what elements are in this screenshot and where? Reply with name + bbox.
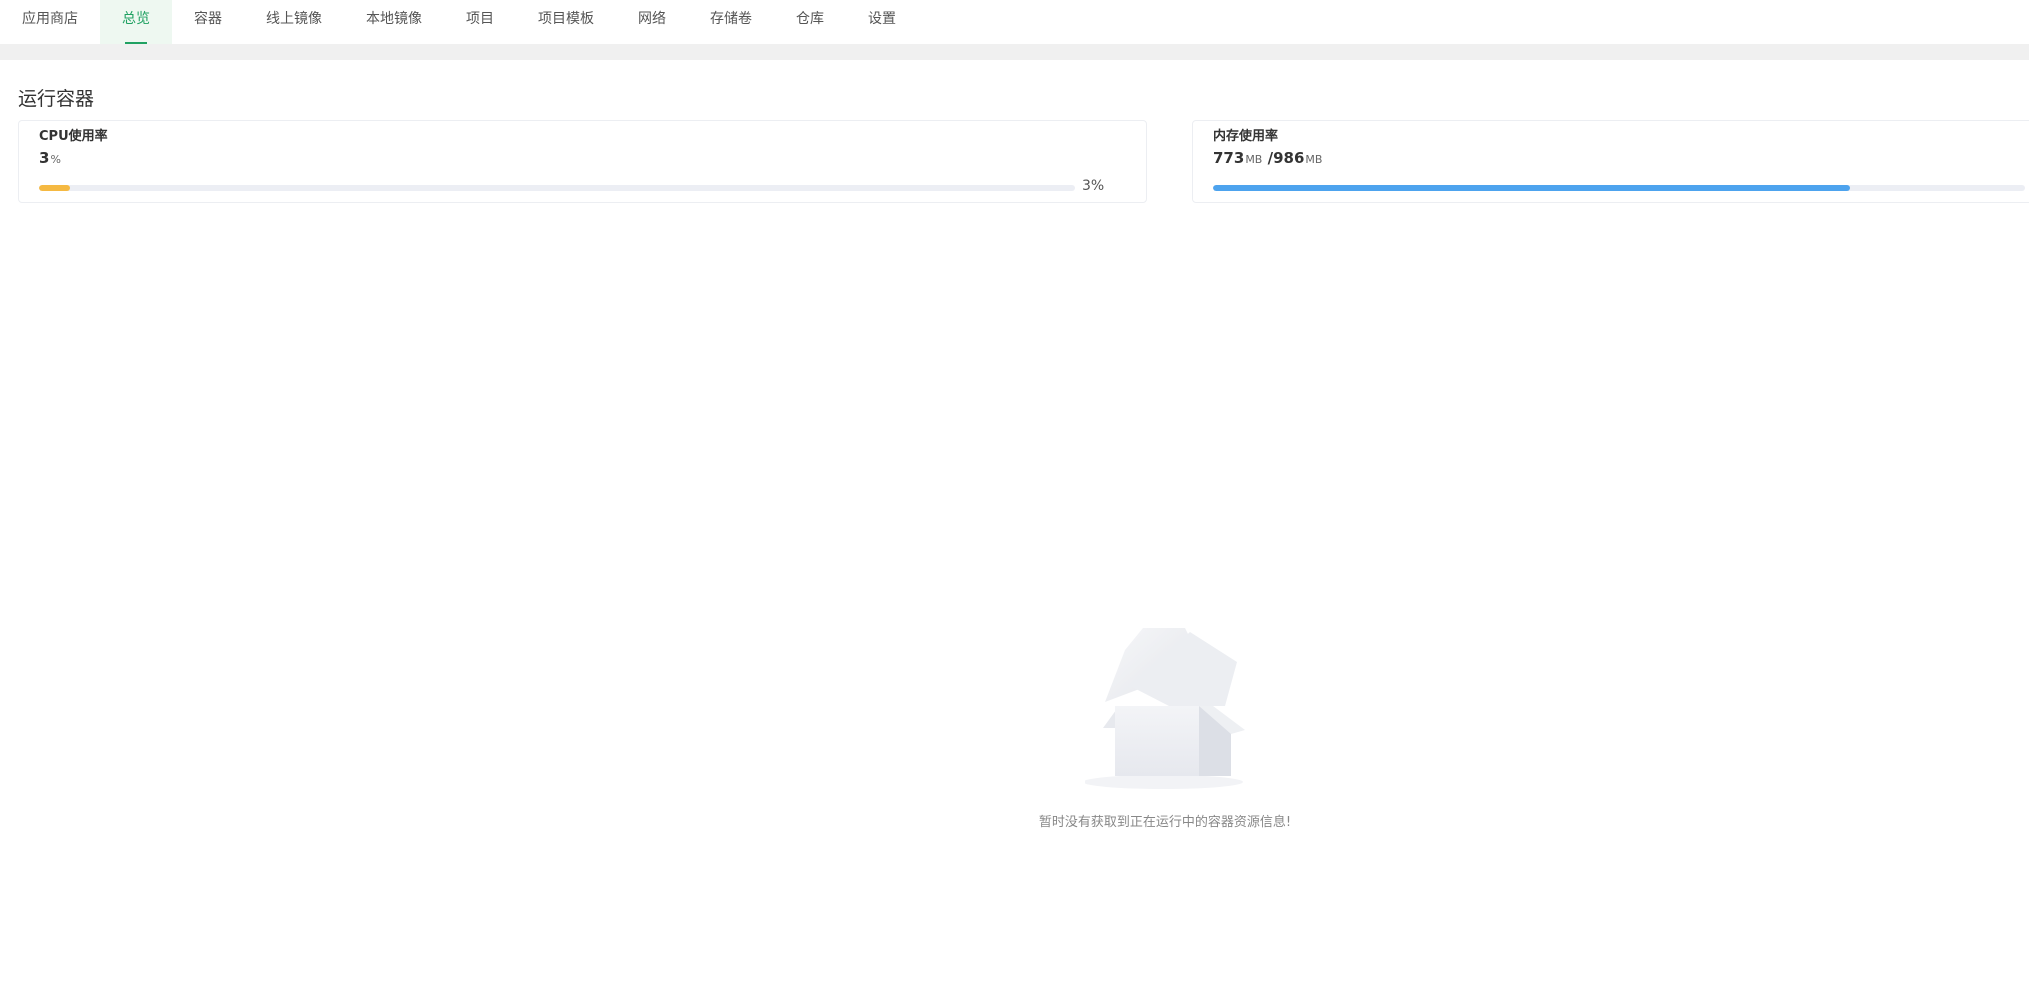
empty-box-icon [1085, 628, 1245, 789]
cpu-usage-number: 3 [39, 149, 50, 167]
memory-progress-bar [1213, 185, 2025, 191]
tab-8[interactable]: 存储卷 [688, 0, 774, 44]
tab-3[interactable]: 线上镜像 [244, 0, 344, 44]
cpu-progress-fill [39, 185, 71, 191]
cpu-usage-label: CPU使用率 [39, 129, 108, 144]
tab-0[interactable]: 应用商店 [0, 0, 100, 44]
memory-total-unit: MB [1305, 153, 1323, 166]
memory-usage-card: 内存使用率 773MB /986MB [1192, 120, 2029, 203]
empty-state: 暂时没有获取到正在运行中的容器资源信息! [1000, 620, 1330, 840]
tab-9[interactable]: 仓库 [774, 0, 846, 44]
memory-total-number: 986 [1273, 149, 1305, 167]
memory-progress-fill [1213, 185, 1850, 191]
memory-usage-value: 773MB /986MB [1213, 149, 1322, 167]
cpu-progress-bar [39, 185, 1075, 191]
tab-1[interactable]: 总览 [100, 0, 172, 44]
tab-5[interactable]: 项目 [444, 0, 516, 44]
tab-7[interactable]: 网络 [616, 0, 688, 44]
top-tab-bar: 应用商店 总览 容器 线上镜像 本地镜像 项目 项目模板 网络 存储卷 仓库 设置 [0, 0, 2029, 44]
header-divider [0, 44, 2029, 60]
cpu-usage-card: CPU使用率 3% 3% [18, 120, 1147, 203]
memory-used-unit: MB [1245, 153, 1263, 166]
tab-6[interactable]: 项目模板 [516, 0, 616, 44]
memory-usage-label: 内存使用率 [1213, 129, 1279, 144]
cpu-usage-unit: % [50, 153, 61, 166]
section-title: 运行容器 [18, 88, 95, 110]
tab-10[interactable]: 设置 [846, 0, 918, 44]
memory-used-number: 773 [1213, 149, 1245, 167]
tab-4[interactable]: 本地镜像 [344, 0, 444, 44]
cpu-progress-text: 3% [1082, 178, 1105, 194]
cpu-usage-value: 3% [39, 149, 61, 167]
tab-2[interactable]: 容器 [172, 0, 244, 44]
empty-state-message: 暂时没有获取到正在运行中的容器资源信息! [1038, 815, 1292, 830]
